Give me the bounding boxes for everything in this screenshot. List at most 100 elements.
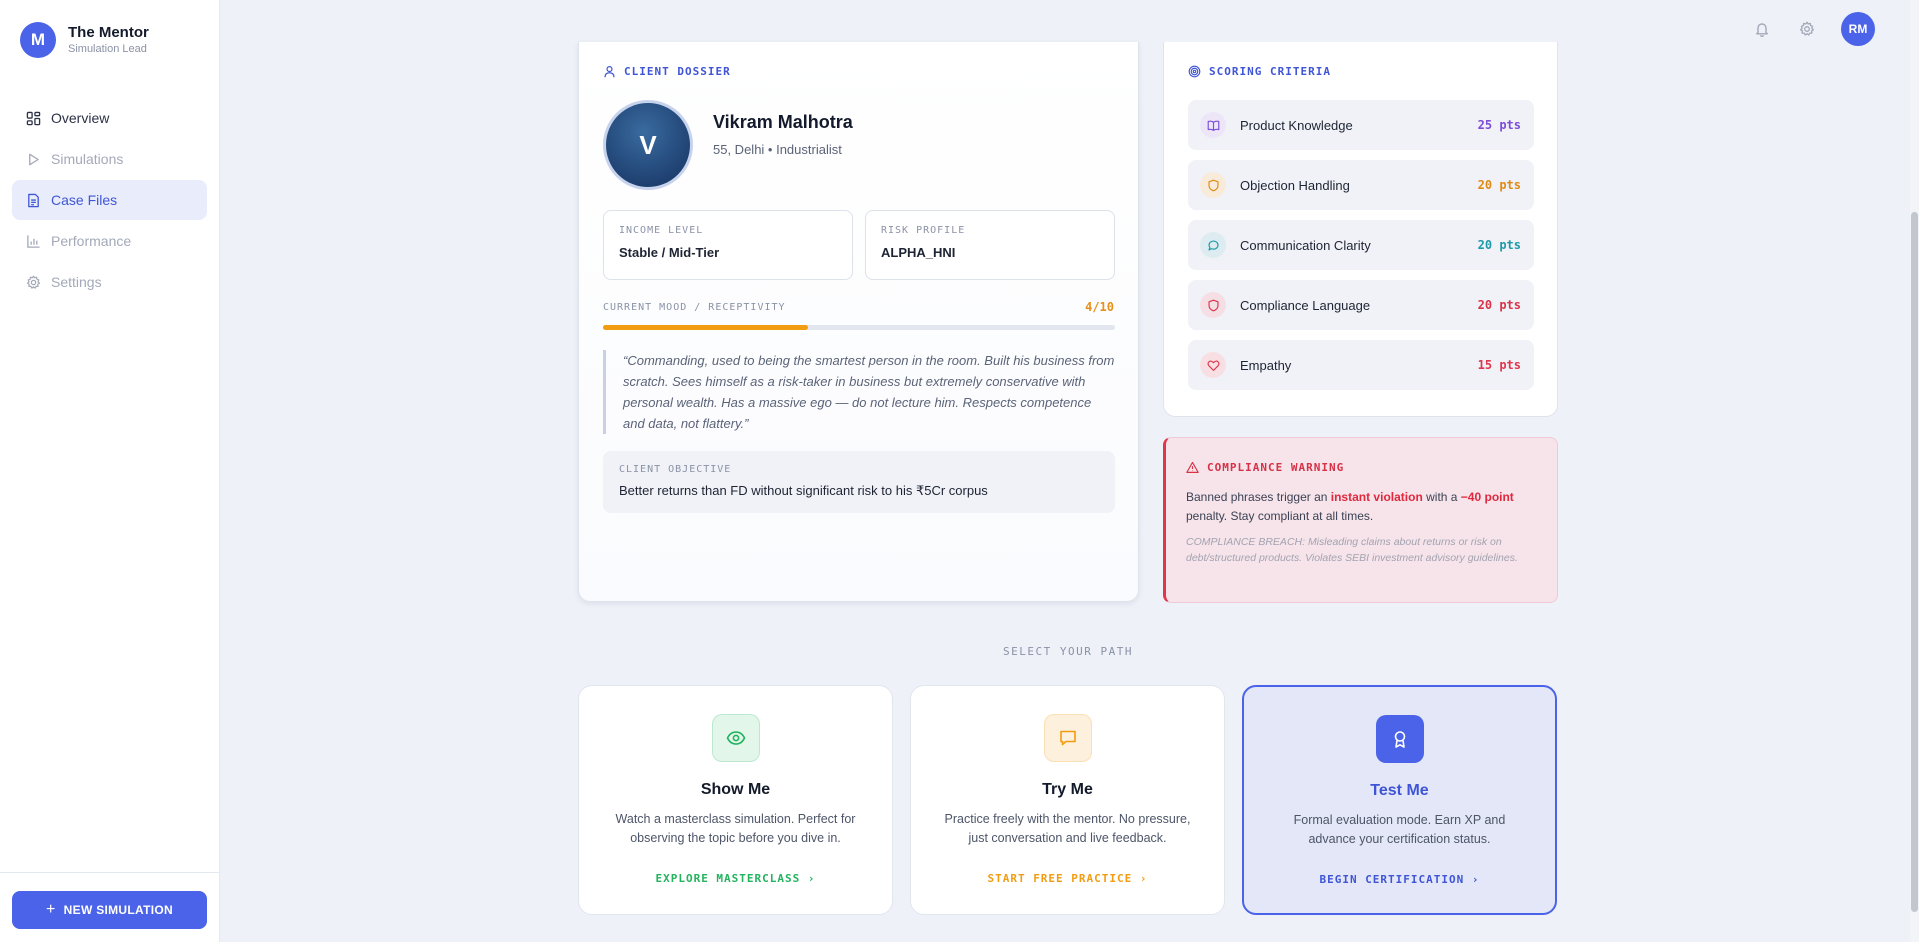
scoring-criteria-title: SCORING CRITERIA xyxy=(1209,65,1331,78)
income-level-label: INCOME LEVEL xyxy=(619,225,704,236)
play-icon xyxy=(29,153,39,165)
client-dossier-header: CLIENT DOSSIER xyxy=(603,65,731,78)
path-card-try-me[interactable]: Try Me Practice freely with the mentor. … xyxy=(910,685,1225,915)
criterion-name: Product Knowledge xyxy=(1240,117,1353,133)
grid-icon xyxy=(26,111,41,125)
begin-certification-link[interactable]: BEGIN CERTIFICATION › xyxy=(1244,873,1555,886)
sidebar-item-performance[interactable]: Performance xyxy=(12,221,207,261)
criterion-empathy: Empathy 15 pts xyxy=(1188,340,1534,390)
path-cta-label: START FREE PRACTICE xyxy=(987,872,1133,885)
sidebar-item-case-files[interactable]: Case Files xyxy=(12,180,207,220)
criterion-name: Objection Handling xyxy=(1240,177,1350,193)
sidebar-item-label: Settings xyxy=(51,274,102,290)
warning-highlight: −40 point xyxy=(1460,490,1514,504)
new-simulation-label: NEW SIMULATION xyxy=(63,903,173,917)
brand-name: The Mentor xyxy=(68,24,149,41)
path-cta-label: BEGIN CERTIFICATION xyxy=(1319,873,1465,886)
scrollbar-thumb[interactable] xyxy=(1911,212,1918,912)
warning-triangle-icon xyxy=(1186,461,1199,473)
path-cta-label: EXPLORE MASTERCLASS xyxy=(655,872,801,885)
header-actions: RM xyxy=(1751,12,1875,46)
eye-icon xyxy=(726,731,745,745)
brand-role: Simulation Lead xyxy=(68,43,147,55)
mood-value: 4/10 xyxy=(1085,300,1114,314)
client-meta: 55, Delhi • Industrialist xyxy=(713,142,842,157)
path-description: Practice freely with the mentor. No pres… xyxy=(944,812,1191,845)
client-objective-value: Better returns than FD without significa… xyxy=(619,483,988,498)
heart-icon xyxy=(1207,360,1219,371)
sidebar-item-overview[interactable]: Overview xyxy=(12,98,207,138)
start-free-practice-link[interactable]: START FREE PRACTICE › xyxy=(911,872,1224,885)
sidebar-item-simulations[interactable]: Simulations xyxy=(12,139,207,179)
criterion-name: Compliance Language xyxy=(1240,297,1371,313)
client-dossier-title: CLIENT DOSSIER xyxy=(624,65,731,78)
brand-logo: M xyxy=(20,22,56,58)
income-level-value: Stable / Mid-Tier xyxy=(619,245,720,260)
path-title: Test Me xyxy=(1370,782,1429,799)
criterion-compliance-language: Compliance Language 20 pts xyxy=(1188,280,1534,330)
scoring-criteria-header: SCORING CRITERIA xyxy=(1188,65,1331,78)
sidebar-item-label: Simulations xyxy=(51,151,124,167)
criterion-icon-bg xyxy=(1200,232,1226,258)
chat-icon xyxy=(1207,239,1219,251)
criterion-points: 20 pts xyxy=(1477,238,1521,252)
bell-icon[interactable] xyxy=(1751,18,1773,40)
client-objective-box: CLIENT OBJECTIVE Better returns than FD … xyxy=(603,451,1115,513)
client-name: Vikram Malhotra xyxy=(713,112,853,132)
path-icon-bg xyxy=(711,714,760,762)
chevron-right-icon: › xyxy=(1471,873,1480,886)
user-avatar[interactable]: RM xyxy=(1841,12,1875,46)
sidebar: M The Mentor Simulation Lead Overview Si… xyxy=(0,0,220,942)
client-dossier-card: CLIENT DOSSIER V Vikram Malhotra 55, Del… xyxy=(578,42,1139,602)
criterion-objection-handling: Objection Handling 20 pts xyxy=(1188,160,1534,210)
criterion-communication-clarity: Communication Clarity 20 pts xyxy=(1188,220,1534,270)
bar-chart-icon xyxy=(27,234,40,248)
client-objective-label: CLIENT OBJECTIVE xyxy=(619,464,732,475)
path-icon-bg xyxy=(1043,714,1092,762)
criterion-icon-bg xyxy=(1200,172,1226,198)
warning-highlight: instant violation xyxy=(1330,490,1423,504)
sidebar-item-label: Case Files xyxy=(51,192,118,208)
path-icon-bg xyxy=(1375,715,1424,763)
gear-icon xyxy=(26,275,41,289)
compliance-warning-header: COMPLIANCE WARNING xyxy=(1186,461,1344,474)
criteria-list: Product Knowledge 25 pts Objection Handl… xyxy=(1188,100,1534,400)
user-icon xyxy=(604,66,615,78)
sidebar-nav: Overview Simulations Case Files Performa… xyxy=(12,98,207,303)
compliance-breach-note: COMPLIANCE BREACH: Misleading claims abo… xyxy=(1186,536,1518,564)
client-personality-quote: “Commanding, used to being the smartest … xyxy=(603,350,1115,434)
book-icon xyxy=(1207,120,1219,131)
new-simulation-button[interactable]: + NEW SIMULATION xyxy=(12,891,207,929)
page-scrollbar[interactable] xyxy=(1910,0,1919,942)
path-card-show-me[interactable]: Show Me Watch a masterclass simulation. … xyxy=(578,685,893,915)
scoring-criteria-card: SCORING CRITERIA Product Knowledge 25 pt… xyxy=(1163,42,1558,417)
compliance-warning-title: COMPLIANCE WARNING xyxy=(1207,461,1345,474)
mood-label: CURRENT MOOD / RECEPTIVITY xyxy=(603,302,786,313)
criterion-icon-bg xyxy=(1200,292,1226,318)
path-card-test-me[interactable]: Test Me Formal evaluation mode. Earn XP … xyxy=(1242,685,1557,915)
criterion-points: 25 pts xyxy=(1477,118,1521,132)
path-title: Show Me xyxy=(700,781,771,798)
risk-profile-value: ALPHA_HNI xyxy=(881,245,956,260)
compliance-warning-card: COMPLIANCE WARNING Banned phrases trigge… xyxy=(1163,437,1558,603)
sidebar-item-settings[interactable]: Settings xyxy=(12,262,207,302)
risk-profile-label: RISK PROFILE xyxy=(881,225,966,236)
criterion-name: Empathy xyxy=(1240,357,1292,373)
sidebar-item-label: Overview xyxy=(51,110,110,126)
brand[interactable]: M The Mentor Simulation Lead xyxy=(20,22,149,58)
chevron-right-icon: › xyxy=(807,872,816,885)
path-description: Watch a masterclass simulation. Perfect … xyxy=(615,812,856,845)
criterion-points: 15 pts xyxy=(1477,358,1521,372)
gear-icon[interactable] xyxy=(1796,18,1818,40)
criterion-name: Communication Clarity xyxy=(1240,237,1371,253)
warning-text-part: penalty. Stay compliant at all times. xyxy=(1186,509,1374,523)
shield-icon xyxy=(1207,299,1219,311)
risk-profile-box: RISK PROFILE ALPHA_HNI xyxy=(865,210,1115,280)
explore-masterclass-link[interactable]: EXPLORE MASTERCLASS › xyxy=(579,872,892,885)
path-title: Try Me xyxy=(1042,781,1093,798)
sidebar-footer: + NEW SIMULATION xyxy=(0,872,220,942)
award-icon xyxy=(1394,731,1405,748)
warning-text-part: Banned phrases trigger an xyxy=(1186,490,1331,504)
target-icon xyxy=(1188,65,1201,78)
mood-progress-fill xyxy=(603,325,808,330)
